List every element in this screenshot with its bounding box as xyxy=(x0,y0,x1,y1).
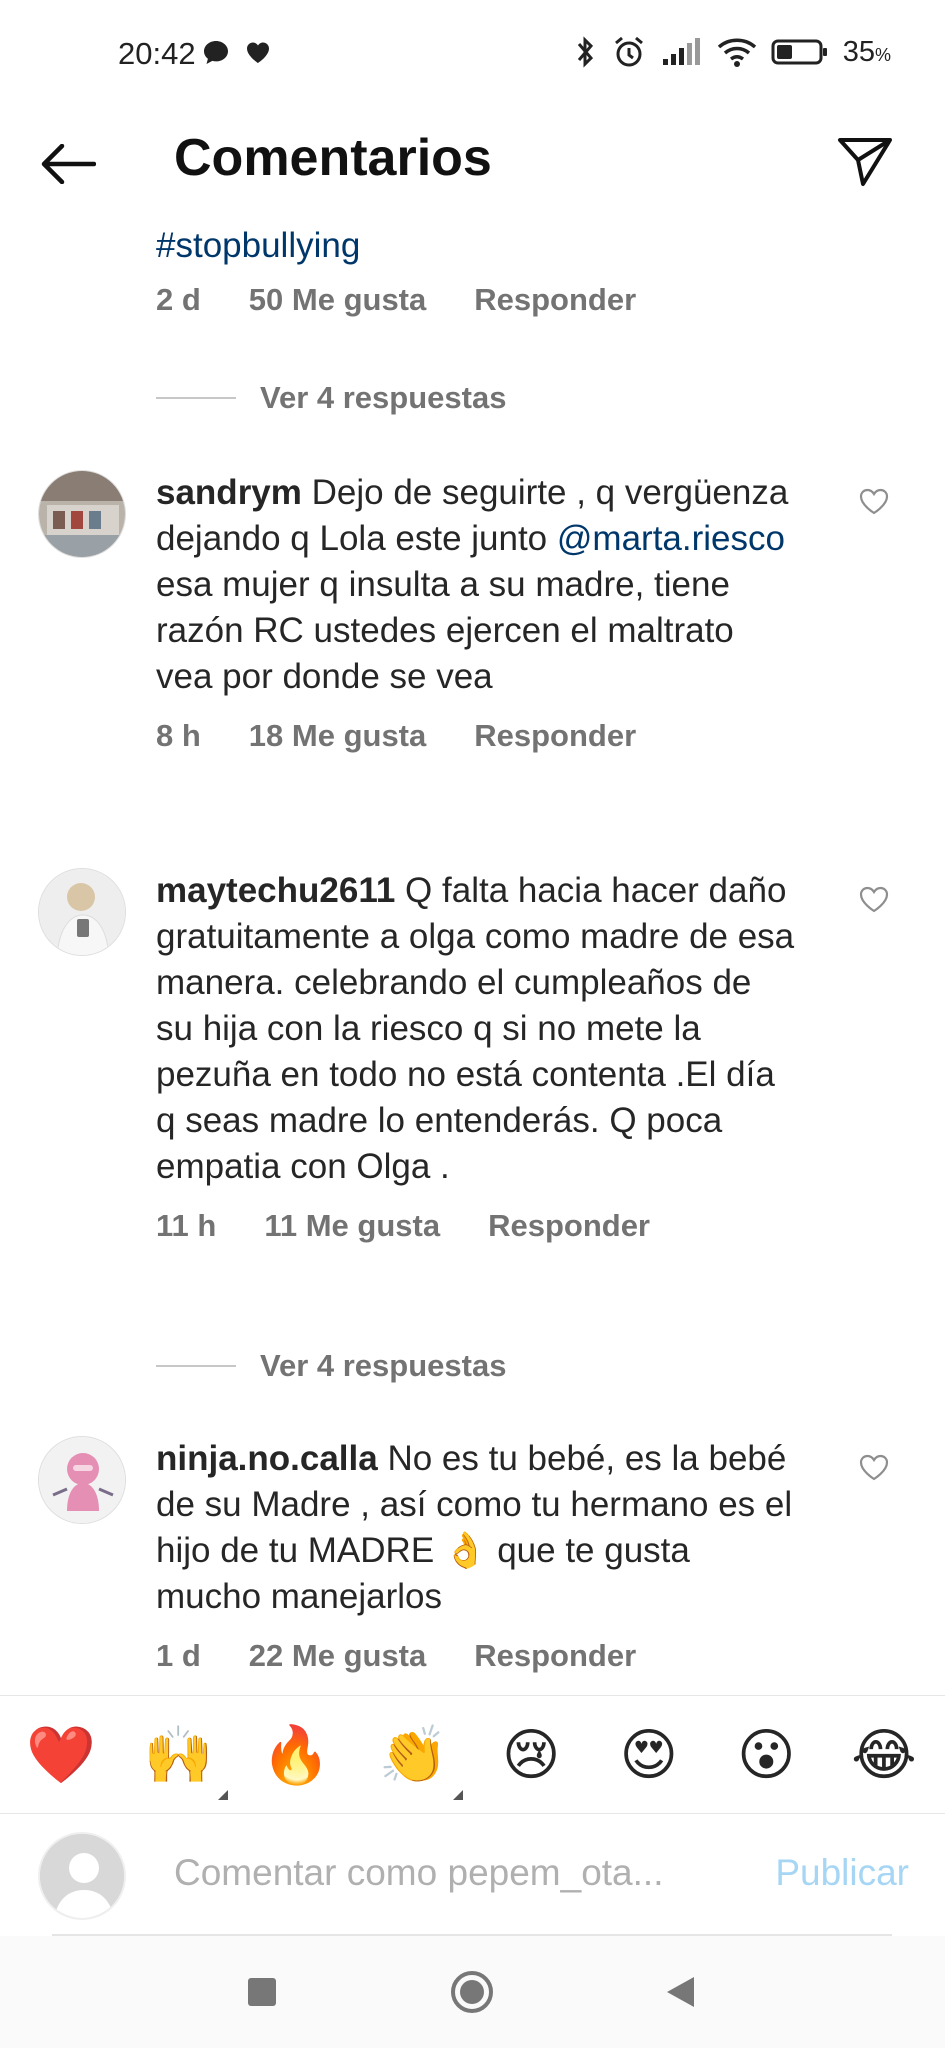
reply-button[interactable]: Responder xyxy=(474,1638,636,1674)
comment-likes[interactable]: 22 Me gusta xyxy=(249,1638,426,1674)
view-replies-label: Ver 4 respuestas xyxy=(260,1348,507,1383)
comment-body: sandrym Dejo de seguirte , q vergüenza d… xyxy=(156,470,796,754)
comment-meta: 8 h 18 Me gusta Responder xyxy=(156,718,796,754)
comment-time: 2 d xyxy=(156,282,201,317)
back-button[interactable] xyxy=(36,132,100,196)
home-button[interactable] xyxy=(450,1970,494,2014)
comment-username[interactable]: sandrym xyxy=(156,473,302,512)
comment-likes[interactable]: 11 Me gusta xyxy=(264,1208,440,1244)
comment-composer: Comentar como pepem_ota... Publicar xyxy=(0,1813,945,1936)
reply-button[interactable]: Responder xyxy=(474,718,636,754)
emoji-fire[interactable]: 🔥 xyxy=(261,1720,331,1790)
status-system-icons: 35% xyxy=(573,34,891,70)
status-time: 20:42 xyxy=(118,36,196,71)
reply-button[interactable]: Responder xyxy=(474,282,636,318)
emoji-surprised[interactable]: 😮 xyxy=(731,1720,801,1790)
replies-divider xyxy=(156,397,236,399)
comment-time: 1 d xyxy=(156,1638,201,1673)
chat-bubble-icon xyxy=(204,41,228,64)
comment-username[interactable]: maytechu2611 xyxy=(156,871,395,910)
skin-tone-indicator xyxy=(452,1789,463,1800)
square-icon xyxy=(248,1978,276,2006)
comment-meta: 2 d 50 Me gusta Responder xyxy=(156,282,684,318)
bluetooth-icon xyxy=(577,36,593,68)
emoji-heart-eyes[interactable]: 😍 xyxy=(614,1720,684,1790)
replies-divider xyxy=(156,1365,236,1367)
system-nav-bar xyxy=(0,1936,945,2048)
emoji-laughing[interactable]: 😂 xyxy=(849,1720,919,1790)
back-nav-button[interactable] xyxy=(658,1970,702,2014)
reply-button[interactable]: Responder xyxy=(488,1208,650,1244)
view-replies-button[interactable]: Ver 4 respuestas xyxy=(156,380,506,416)
previous-comment-tail: #stopbullying 2 d 50 Me gusta Responder xyxy=(156,226,684,318)
skin-tone-indicator xyxy=(217,1789,228,1800)
emoji-clapping[interactable]: 👏 xyxy=(379,1720,463,1800)
status-notification-icons xyxy=(202,38,272,66)
emoji-heart[interactable]: ❤️ xyxy=(26,1720,96,1790)
like-heart-icon[interactable] xyxy=(857,1450,891,1484)
comment-input[interactable]: Comentar como pepem_ota... xyxy=(174,1852,663,1894)
comment-text: maytechu2611 Q falta hacia hacer daño gr… xyxy=(156,871,795,1186)
comment-meta: 1 d 22 Me gusta Responder xyxy=(156,1638,796,1674)
comment-body: maytechu2611 Q falta hacia hacer daño gr… xyxy=(156,868,796,1244)
avatar-image xyxy=(39,1437,125,1523)
like-heart-icon[interactable] xyxy=(857,484,891,518)
arrow-left-icon xyxy=(41,144,96,184)
avatar-image xyxy=(39,471,125,557)
comment-body: ninja.no.calla No es tu bebé, es la bebé… xyxy=(156,1436,796,1674)
avatar[interactable] xyxy=(38,868,126,956)
publish-button[interactable]: Publicar xyxy=(775,1852,909,1894)
emoji-quick-bar: ❤️ 🙌 🔥 👏 😢 😍 😮 😂 xyxy=(0,1695,945,1813)
comment-text: sandrym Dejo de seguirte , q vergüenza d… xyxy=(156,473,789,696)
like-heart-icon[interactable] xyxy=(857,882,891,916)
comment-username[interactable]: ninja.no.calla xyxy=(156,1439,378,1478)
wifi-icon xyxy=(717,38,756,67)
battery-icon xyxy=(771,39,827,65)
signal-icon xyxy=(662,38,700,65)
battery-percent: 35% xyxy=(842,35,891,68)
comment-time: 8 h xyxy=(156,718,201,753)
emoji-raising-hands[interactable]: 🙌 xyxy=(144,1720,228,1800)
page-title: Comentarios xyxy=(174,129,492,187)
comment-time: 11 h xyxy=(156,1208,217,1243)
comment-meta: 11 h 11 Me gusta Responder xyxy=(156,1208,796,1244)
mention-link[interactable]: @marta.riesco xyxy=(557,519,785,558)
comment-likes[interactable]: 18 Me gusta xyxy=(249,718,426,754)
alarm-icon xyxy=(614,36,643,67)
status-bar: 20:42 35% xyxy=(0,0,945,110)
avatar-image xyxy=(39,869,125,955)
triangle-back-icon xyxy=(667,1977,694,2007)
hashtag-link[interactable]: #stopbullying xyxy=(156,226,684,266)
view-replies-button[interactable]: Ver 4 respuestas xyxy=(156,1348,506,1384)
paper-plane-icon xyxy=(838,138,892,186)
share-button[interactable] xyxy=(831,128,899,196)
user-avatar xyxy=(38,1832,126,1920)
comments-list[interactable]: #stopbullying 2 d 50 Me gusta Responder … xyxy=(0,220,945,1695)
emoji-crying[interactable]: 😢 xyxy=(496,1720,566,1790)
heart-status-icon xyxy=(247,42,269,63)
screen: 20:42 35% Comentarios #stopbullying 2 d … xyxy=(0,0,945,2048)
avatar[interactable] xyxy=(38,1436,126,1524)
comment-likes[interactable]: 50 Me gusta xyxy=(249,282,426,318)
comment-text: ninja.no.calla No es tu bebé, es la bebé… xyxy=(156,1439,793,1616)
header: Comentarios xyxy=(0,110,945,220)
default-avatar-icon xyxy=(40,1834,124,1918)
avatar[interactable] xyxy=(38,470,126,558)
recents-button[interactable] xyxy=(240,1970,284,2014)
view-replies-label: Ver 4 respuestas xyxy=(260,380,507,415)
circle-icon xyxy=(451,1971,493,2013)
